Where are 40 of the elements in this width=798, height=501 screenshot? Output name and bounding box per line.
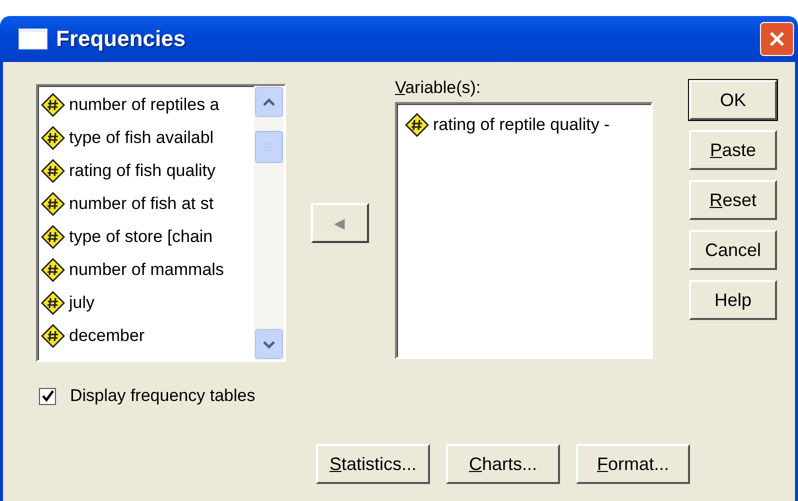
close-icon <box>768 30 786 48</box>
variable-item[interactable]: number of fish at st <box>41 187 254 220</box>
scroll-up-button[interactable] <box>255 87 283 117</box>
variable-item[interactable]: number of mammals <box>41 253 254 286</box>
dialog-button[interactable]: Statistics... <box>316 444 430 484</box>
variable-item[interactable]: type of store [chain <box>41 220 254 253</box>
dialog-button[interactable]: Cancel <box>689 230 777 270</box>
variable-list[interactable]: number of reptiles a type of fish availabl rating of fish quality number of fish at st type of store [chain number of mammals july december <box>36 84 286 362</box>
numeric-variable-icon <box>41 324 65 348</box>
check-icon <box>40 389 54 403</box>
variable-item[interactable]: rating of reptile quality - <box>405 108 651 141</box>
close-button[interactable] <box>760 22 794 56</box>
dialog-button[interactable]: Charts... <box>446 444 560 484</box>
numeric-variable-icon <box>41 258 65 282</box>
numeric-variable-icon <box>41 126 65 150</box>
numeric-variable-icon <box>41 92 65 116</box>
numeric-variable-icon <box>41 192 65 216</box>
variable-item[interactable]: december <box>41 319 254 352</box>
numeric-variable-icon <box>41 158 65 182</box>
scroll-down-button[interactable] <box>255 329 283 359</box>
dialog-button[interactable]: Paste <box>689 130 777 170</box>
dialog-button[interactable]: Format... <box>576 444 690 484</box>
dialog-button[interactable]: OK <box>689 80 777 120</box>
variable-item[interactable]: type of fish availabl <box>41 121 254 154</box>
display-tables-checkbox[interactable]: Display frequency tables <box>39 386 777 406</box>
selected-variables-list[interactable]: rating of reptile quality - <box>395 102 653 359</box>
window-icon <box>18 28 48 50</box>
dialog-button[interactable]: Reset <box>689 180 777 220</box>
numeric-variable-icon <box>405 112 429 136</box>
scrollbar[interactable] <box>254 86 284 360</box>
variable-item[interactable]: july <box>41 286 254 319</box>
checkbox[interactable] <box>39 388 56 404</box>
variable-item[interactable]: rating of fish quality <box>41 154 254 187</box>
numeric-variable-icon <box>41 290 65 314</box>
scroll-thumb[interactable] <box>255 131 283 163</box>
variable-item[interactable]: number of reptiles a <box>41 88 254 121</box>
dialog-button[interactable]: Help <box>689 280 777 320</box>
window-title: Frequencies <box>56 26 186 52</box>
variables-label: Variable(s): <box>395 78 482 99</box>
numeric-variable-icon <box>41 224 65 248</box>
